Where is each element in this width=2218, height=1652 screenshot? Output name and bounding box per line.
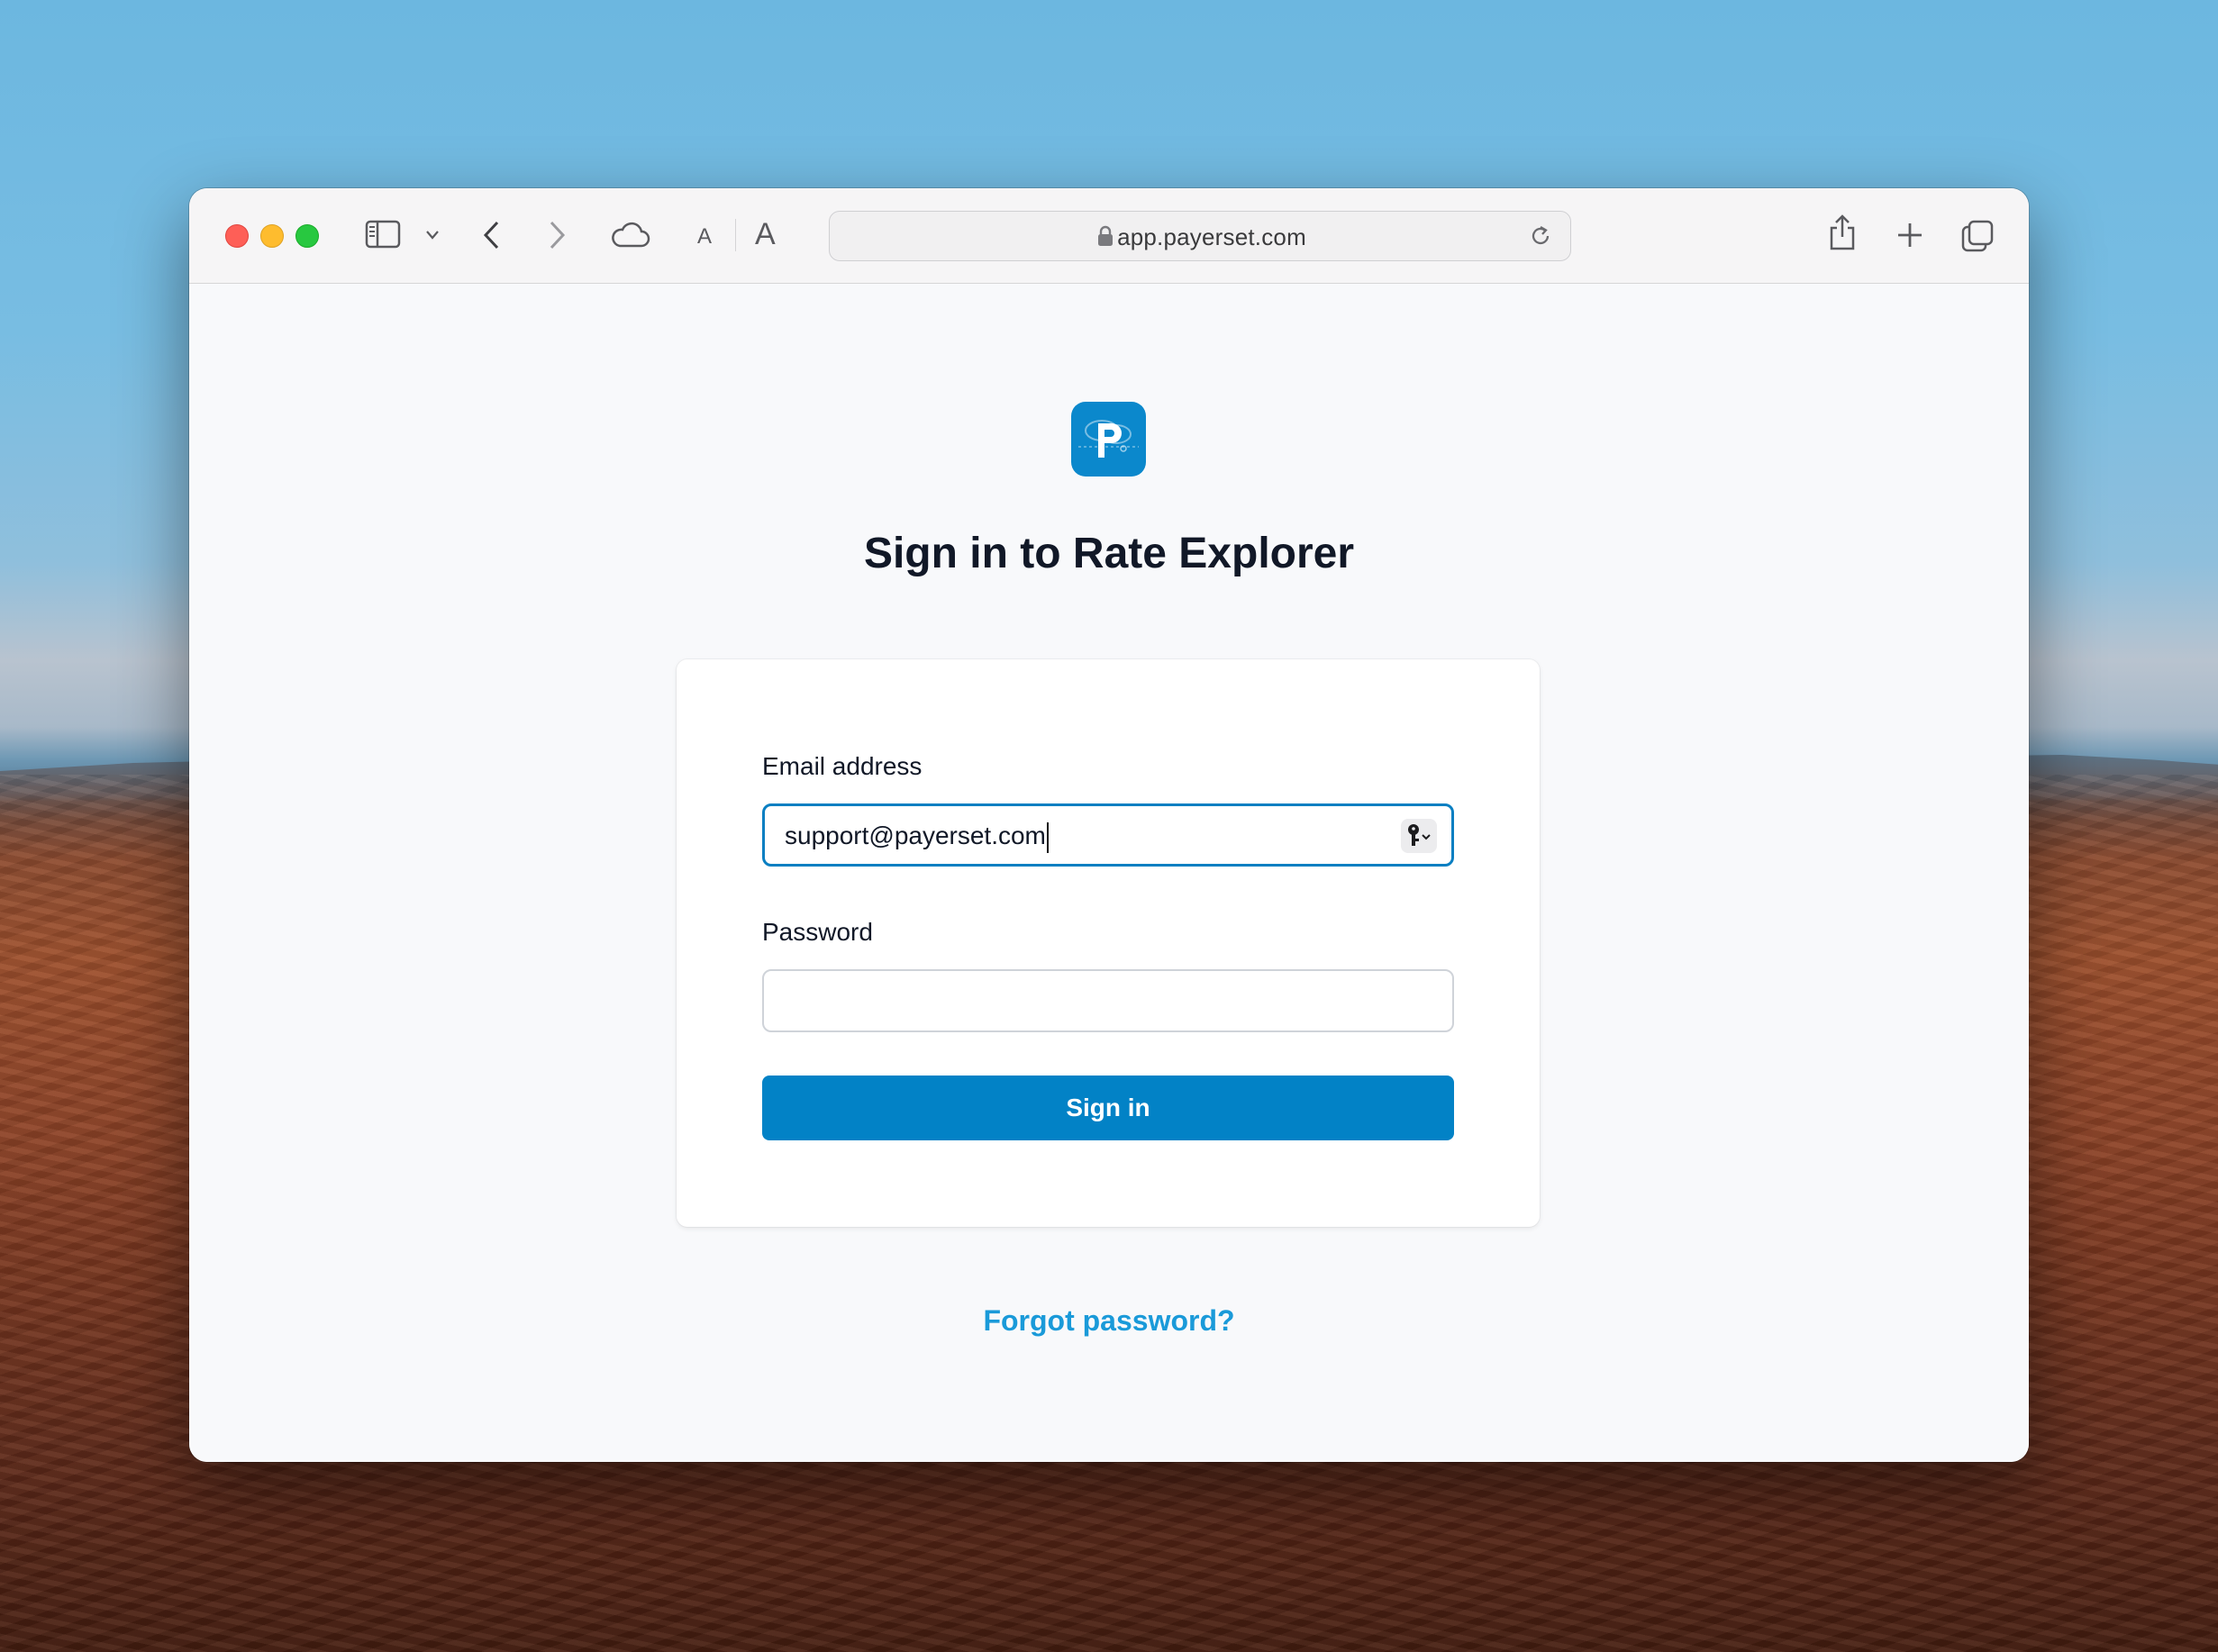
tab-overview-icon[interactable] [1960, 219, 1995, 253]
toolbar-divider [735, 219, 736, 251]
reload-icon[interactable] [1529, 224, 1552, 248]
payerset-logo [1071, 402, 1146, 477]
forgot-password-link[interactable]: Forgot password? [189, 1304, 2029, 1338]
window-minimize-button[interactable] [260, 224, 284, 248]
password-field[interactable] [762, 969, 1454, 1032]
sign-in-card: Email address support@payerset.com Passw… [677, 659, 1540, 1227]
chevron-down-icon[interactable] [425, 229, 440, 241]
browser-toolbar: A A app.payerset.com [189, 188, 2029, 284]
sign-in-button[interactable]: Sign in [762, 1076, 1454, 1140]
browser-window: A A app.payerset.com Sign in to Rate Exp… [189, 188, 2029, 1462]
email-value-text: support@payerset.com [785, 821, 1046, 849]
window-close-button[interactable] [225, 224, 249, 248]
sidebar-toggle-icon[interactable] [365, 219, 401, 250]
window-zoom-button[interactable] [295, 224, 319, 248]
email-label: Email address [762, 752, 923, 780]
text-size-smaller-button[interactable]: A [697, 224, 712, 250]
url-value: app.payerset.com [1117, 223, 1306, 250]
text-caret [1046, 821, 1049, 853]
page-title: Sign in to Rate Explorer [863, 530, 1355, 577]
back-arrow-icon[interactable] [481, 219, 503, 251]
icloud-tabs-icon[interactable] [609, 221, 650, 250]
page-content: Sign in to Rate Explorer Email address s… [189, 284, 2029, 1462]
share-icon[interactable] [1827, 213, 1858, 251]
email-field[interactable]: support@payerset.com [762, 803, 1454, 867]
password-label: Password [762, 918, 873, 946]
new-tab-plus-icon[interactable] [1895, 221, 1924, 250]
forward-arrow-icon[interactable] [546, 219, 568, 251]
url-text: app.payerset.com [830, 223, 1570, 251]
password-autofill-button[interactable] [1401, 819, 1437, 853]
key-icon [1408, 824, 1431, 846]
payerset-logo-icon [1078, 420, 1139, 458]
address-bar[interactable]: app.payerset.com [829, 211, 1571, 261]
text-size-larger-button[interactable]: A [755, 217, 776, 252]
email-value: support@payerset.com [785, 821, 1049, 853]
